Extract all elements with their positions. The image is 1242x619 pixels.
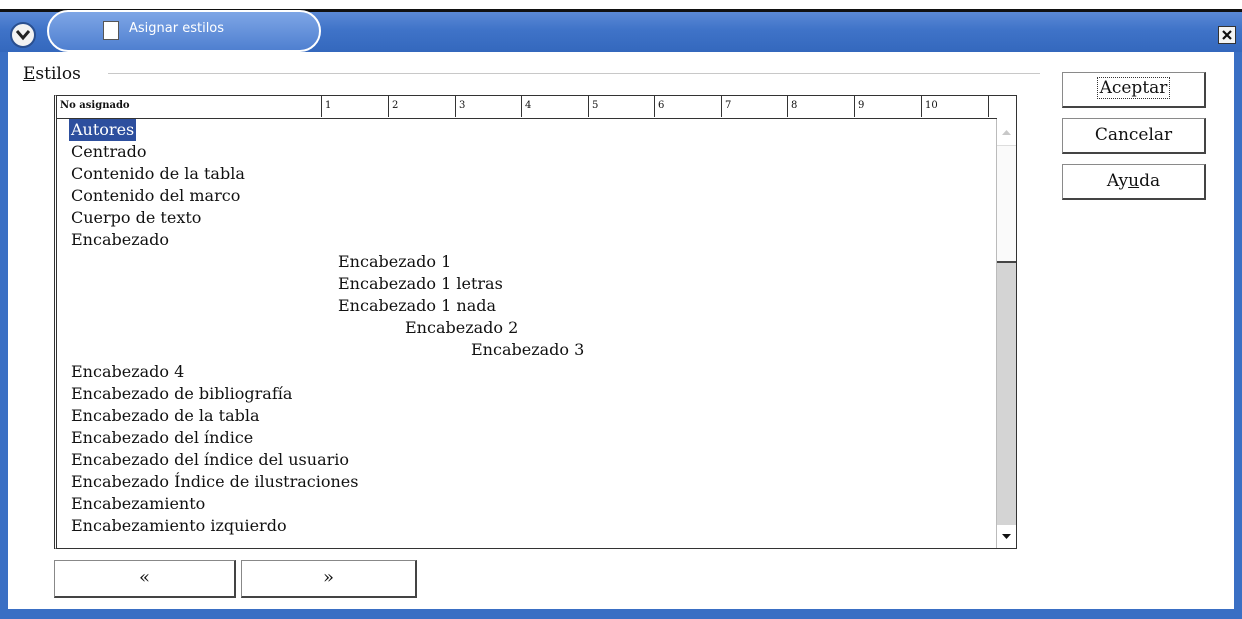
title-tab: Asignar estilos	[47, 10, 321, 52]
column-header-level: 3	[456, 96, 522, 117]
accept-button[interactable]: Aceptar	[1062, 72, 1206, 108]
list-item[interactable]: Contenido de la tabla	[69, 163, 247, 185]
dialog-body: Estilos No asignado 1 2 3 4 5 6 7 8 9 10 Autores Ce…	[8, 52, 1234, 609]
help-label: Ayuda	[1106, 171, 1161, 191]
styles-list[interactable]: No asignado 1 2 3 4 5 6 7 8 9 10 Autores Centrado Co…	[54, 95, 1017, 549]
column-header-level: 9	[855, 96, 922, 117]
list-item[interactable]: Encabezado del índice	[69, 427, 255, 449]
column-header-unassigned: No asignado	[57, 96, 322, 117]
close-button[interactable]	[1218, 26, 1236, 44]
styles-rows[interactable]: Autores Centrado Contenido de la tabla Cont…	[57, 119, 997, 549]
list-item[interactable]: Encabezado de la tabla	[69, 405, 262, 427]
window-menu-button[interactable]	[10, 22, 36, 48]
list-item[interactable]: Autores	[69, 119, 137, 141]
list-item[interactable]: Encabezado 1 nada	[336, 295, 498, 317]
column-header-level: 8	[788, 96, 855, 117]
next-level-label: »	[322, 567, 334, 588]
chevron-down-icon	[16, 30, 30, 41]
column-header: No asignado 1 2 3 4 5 6 7 8 9 10	[57, 96, 997, 119]
scroll-thumb[interactable]	[997, 261, 1016, 525]
dialog-window: Asignar estilos Estilos No asignado 1 2 3 4 5…	[0, 0, 1242, 619]
list-item[interactable]: Encabezamiento izquierdo	[69, 515, 289, 537]
list-item[interactable]: Encabezado 1 letras	[336, 273, 505, 295]
column-header-level: 7	[722, 96, 788, 117]
column-header-level: 4	[522, 96, 589, 117]
previous-level-button[interactable]: «	[54, 560, 236, 598]
list-item[interactable]: Contenido del marco	[69, 185, 242, 207]
next-level-button[interactable]: »	[241, 560, 417, 598]
previous-level-label: «	[138, 567, 150, 588]
list-item[interactable]: Cuerpo de texto	[69, 207, 203, 229]
arrow-down-icon	[1002, 534, 1011, 539]
list-item[interactable]: Encabezado 3	[469, 339, 586, 361]
title-bar[interactable]: Asignar estilos	[0, 0, 1242, 52]
document-icon	[103, 21, 119, 40]
column-header-level: 1	[322, 96, 389, 117]
list-item[interactable]: Encabezado 2	[403, 317, 520, 339]
help-button[interactable]: Ayuda	[1062, 164, 1206, 200]
window-title: Asignar estilos	[129, 21, 225, 36]
accept-label: Aceptar	[1096, 77, 1171, 99]
list-item[interactable]: Encabezado	[69, 229, 171, 251]
cancel-label: Cancelar	[1094, 125, 1173, 145]
list-item[interactable]: Encabezado de bibliografía	[69, 383, 294, 405]
column-header-level: 2	[389, 96, 456, 117]
column-header-level: 10	[922, 96, 989, 117]
column-header-level: 6	[655, 96, 722, 117]
styles-group-label: Estilos	[23, 64, 85, 84]
column-header-level: 5	[589, 96, 655, 117]
list-item[interactable]: Centrado	[69, 141, 149, 163]
list-item[interactable]: Encabezado 1	[336, 251, 453, 273]
group-divider	[108, 73, 1040, 74]
scroll-down-button[interactable]	[997, 525, 1016, 547]
list-item[interactable]: Encabezado del índice del usuario	[69, 449, 351, 471]
arrow-up-icon	[1002, 130, 1011, 135]
list-item[interactable]: Encabezado Índice de ilustraciones	[69, 471, 360, 493]
close-icon	[1222, 30, 1232, 40]
vertical-scrollbar[interactable]	[996, 119, 1016, 548]
list-item[interactable]: Encabezamiento	[69, 493, 207, 515]
list-item[interactable]: Encabezado 4	[69, 361, 186, 383]
cancel-button[interactable]: Cancelar	[1062, 118, 1206, 154]
scroll-up-button[interactable]	[997, 119, 1016, 145]
scroll-track[interactable]	[997, 145, 1016, 262]
